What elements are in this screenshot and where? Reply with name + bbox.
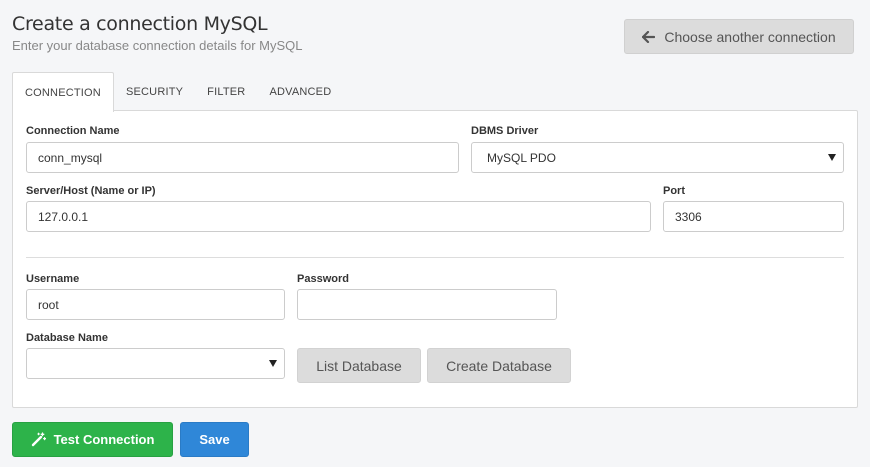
choose-another-connection-button[interactable]: Choose another connection <box>624 19 854 54</box>
list-database-button[interactable]: List Database <box>297 348 421 383</box>
connection-panel: Connection Name DBMS Driver MySQL PDO Se… <box>12 110 858 408</box>
username-label: Username <box>26 273 80 285</box>
create-database-button[interactable]: Create Database <box>427 348 571 383</box>
dbms-driver-select[interactable]: MySQL PDO <box>471 142 844 173</box>
form-divider <box>26 257 844 258</box>
test-connection-button[interactable]: Test Connection <box>12 422 173 457</box>
username-input[interactable] <box>26 289 285 320</box>
save-button[interactable]: Save <box>180 422 249 457</box>
tab-advanced[interactable]: ADVANCED <box>257 72 343 111</box>
port-label: Port <box>663 185 685 197</box>
connection-name-label: Connection Name <box>26 125 120 137</box>
arrow-left-icon <box>642 30 656 43</box>
database-name-select[interactable] <box>26 348 285 379</box>
tab-filter[interactable]: FILTER <box>195 72 257 111</box>
chevron-down-icon <box>828 154 836 161</box>
password-input[interactable] <box>297 289 557 320</box>
magic-wand-icon <box>31 432 46 447</box>
password-label: Password <box>297 273 349 285</box>
database-name-label: Database Name <box>26 332 108 344</box>
chevron-down-icon <box>269 360 277 367</box>
tab-bar: CONNECTION SECURITY FILTER ADVANCED <box>12 72 343 112</box>
server-host-input[interactable] <box>26 201 651 232</box>
test-connection-label: Test Connection <box>53 432 155 447</box>
page-title: Create a connection MySQL <box>12 13 268 35</box>
port-input[interactable] <box>663 201 844 232</box>
choose-another-connection-label: Choose another connection <box>664 28 836 45</box>
tab-security[interactable]: SECURITY <box>114 72 195 111</box>
dbms-driver-label: DBMS Driver <box>471 125 539 137</box>
dbms-driver-value: MySQL PDO <box>487 150 556 165</box>
connection-name-input[interactable] <box>26 142 459 173</box>
tab-connection[interactable]: CONNECTION <box>12 72 114 112</box>
server-host-label: Server/Host (Name or IP) <box>26 185 156 197</box>
page-subtitle: Enter your database connection details f… <box>12 38 303 53</box>
